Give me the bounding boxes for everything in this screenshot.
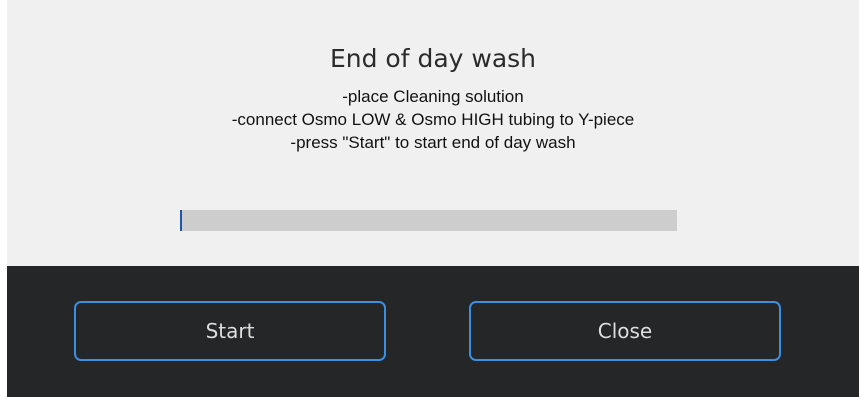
wash-progress-bar <box>180 210 677 231</box>
start-button-label: Start <box>205 319 255 343</box>
wash-progress-fill <box>180 210 182 231</box>
close-button-label: Close <box>597 319 653 343</box>
end-of-day-wash-dialog: End of day wash -place Cleaning solution… <box>7 0 859 397</box>
instruction-line-1: -place Cleaning solution <box>342 87 524 106</box>
close-button[interactable]: Close <box>469 301 781 361</box>
instruction-line-2: -connect Osmo LOW & Osmo HIGH tubing to … <box>231 110 635 129</box>
dialog-title: End of day wash <box>329 44 537 73</box>
dialog-content-panel: End of day wash -place Cleaning solution… <box>7 0 859 266</box>
dialog-button-bar: Start Close <box>7 266 859 397</box>
instruction-line-3: -press "Start" to start end of day wash <box>290 133 576 152</box>
start-button[interactable]: Start <box>74 301 386 361</box>
